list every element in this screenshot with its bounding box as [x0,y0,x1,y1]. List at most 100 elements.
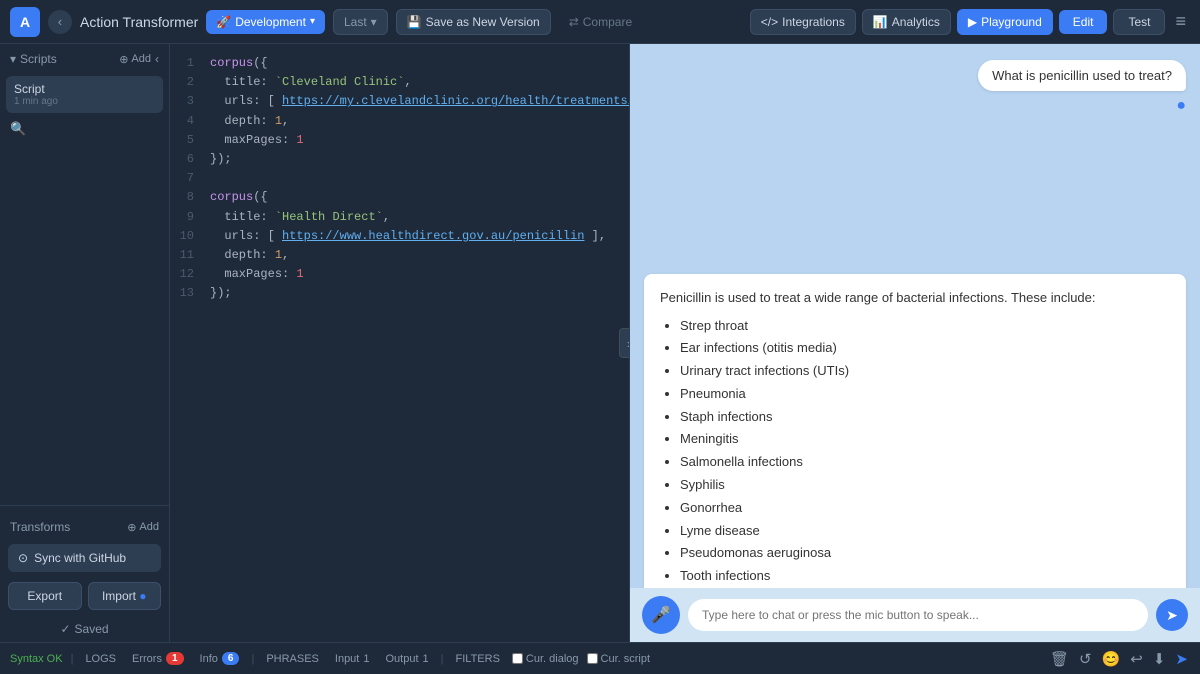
undo-icon[interactable]: ↩ [1128,648,1145,670]
info-button[interactable]: Info 6 [196,650,244,667]
infection-item: Meningitis [680,429,1170,450]
infection-item: Syphilis [680,475,1170,496]
sidebar-script-item[interactable]: Script 1 min ago [6,76,163,113]
chat-input[interactable] [688,599,1148,631]
scripts-actions: ⊕ Add ‹ [119,52,159,66]
chat-panel: What is penicillin used to treat? ● Peni… [630,44,1200,642]
infection-item: Pseudomonas aeruginosa [680,543,1170,564]
analytics-button[interactable]: 📊 Analytics [862,9,951,35]
code-line: 8 corpus({ [170,188,629,207]
compare-button[interactable]: ⇄ Compare [559,10,642,34]
info-badge: 6 [222,652,240,665]
download-icon[interactable]: ⬇ [1151,648,1168,670]
mic-button[interactable]: 🎤 [642,596,680,634]
phrases-button[interactable]: PHRASES [262,651,323,667]
plus-icon: ⊕ [127,521,136,534]
code-editor[interactable]: 1 corpus({ 2 title: `Cleveland Clinic`, … [170,44,629,313]
plus-icon: ⊕ [119,53,128,66]
save-button[interactable]: 💾 Save as New Version [396,9,551,35]
scripts-header: ▾ Scripts ⊕ Add ‹ [0,44,169,74]
bottom-right-icons: 🗑 ↺ 😊 ↩ ⬇ ➤ [1048,648,1190,670]
filters-button[interactable]: FILTERS [452,651,504,667]
chat-messages[interactable]: Penicillin is used to treat a wide range… [630,264,1200,588]
code-line: 13 }); [170,284,629,303]
save-icon: 💾 [407,15,422,29]
transforms-header: Transforms ⊕ Add [0,514,169,540]
infection-item: Ear infections (otitis media) [680,338,1170,359]
emoji-icon[interactable]: 😊 [1100,648,1123,670]
code-line: 6 }); [170,150,629,169]
output-button[interactable]: Output 1 [381,651,432,667]
infection-item: Pneumonia [680,384,1170,405]
syntax-status: Syntax OK [10,653,63,665]
test-button[interactable]: Test [1113,9,1165,35]
play-icon: ▶ [968,15,977,29]
code-line: 1 corpus({ [170,54,629,73]
response-intro: Penicillin is used to treat a wide range… [660,288,1170,308]
dev-button[interactable]: 🚀 Development ▾ [206,10,325,34]
code-line: 9 title: `Health Direct`, [170,208,629,227]
infections-list: Strep throatEar infections (otitis media… [660,316,1170,588]
infection-item: Urinary tract infections (UTIs) [680,361,1170,382]
sync-github-button[interactable]: ⊙ Sync with GitHub [8,544,161,572]
app-logo: A [10,7,40,37]
code-line: 10 urls: [ https://www.healthdirect.gov.… [170,227,629,246]
chevron-down-icon: ▾ [310,16,315,27]
analytics-icon: 📊 [873,15,888,29]
code-line: 2 title: `Cleveland Clinic`, [170,73,629,92]
import-button[interactable]: Import ● [88,582,162,610]
chat-blue-top: What is penicillin used to treat? ● [630,44,1200,264]
export-button[interactable]: Export [8,582,82,610]
collapse-button[interactable]: ‹ [155,52,159,66]
refresh-icon[interactable]: ↺ [1077,648,1094,670]
add-transform-button[interactable]: ⊕ Add [127,521,159,534]
chat-response: Penicillin is used to treat a wide range… [644,274,1186,588]
code-line: 12 maxPages: 1 [170,265,629,284]
compare-icon: ⇄ [569,15,579,29]
playground-button[interactable]: ▶ Playground [957,9,1053,35]
code-line: 3 urls: [ https://my.clevelandclinic.org… [170,92,629,111]
integrations-button[interactable]: </> Integrations [750,9,856,35]
infection-item: Lyme disease [680,521,1170,542]
scripts-collapse[interactable]: ▾ Scripts [10,52,57,66]
cur-dialog-checkbox[interactable]: Cur. dialog [512,653,579,665]
github-icon: ⊙ [18,551,28,565]
edit-button[interactable]: Edit [1059,10,1108,34]
code-line: 11 depth: 1, [170,246,629,265]
panel-collapse-handle[interactable]: › [619,328,630,358]
infection-item: Tooth infections [680,566,1170,587]
errors-badge: 1 [166,652,184,665]
bottom-bar: Syntax OK | LOGS Errors 1 Info 6 | PHRAS… [0,642,1200,674]
send-button[interactable]: ➤ [1156,599,1188,631]
menu-button[interactable]: ≡ [1171,11,1190,32]
user-avatar-icon: ● [1176,97,1186,115]
infection-item: Strep throat [680,316,1170,337]
infection-item: Salmonella infections [680,452,1170,473]
input-button[interactable]: Input 1 [331,651,374,667]
saved-indicator: ✓ Saved [0,616,169,642]
code-panel[interactable]: 1 corpus({ 2 title: `Cleveland Clinic`, … [170,44,630,642]
infection-item: Staph infections [680,407,1170,428]
code-line: 4 depth: 1, [170,112,629,131]
last-button[interactable]: Last ▾ [333,9,388,35]
errors-button[interactable]: Errors 1 [128,650,188,667]
logs-button[interactable]: LOGS [81,651,120,667]
back-button[interactable]: ‹ [48,10,72,34]
trash-icon[interactable]: 🗑 [1048,648,1071,670]
integrations-icon: </> [761,15,778,29]
add-script-button[interactable]: ⊕ Add [119,53,151,66]
dev-icon: 🚀 [216,15,231,29]
page-title: Action Transformer [80,14,198,30]
main-layout: ▾ Scripts ⊕ Add ‹ Script 1 min ago 🔍 Tra… [0,44,1200,642]
chevron-down-icon: ▾ [371,15,377,29]
send-icon[interactable]: ➤ [1173,648,1190,670]
sidebar: ▾ Scripts ⊕ Add ‹ Script 1 min ago 🔍 Tra… [0,44,170,642]
infection-item: Gonorrhea [680,498,1170,519]
topbar-right: </> Integrations 📊 Analytics ▶ Playgroun… [750,9,1190,35]
chevron-down-icon: ▾ [10,52,16,66]
code-line: 7 [170,169,629,188]
search-icon[interactable]: 🔍 [0,115,169,143]
user-message: What is penicillin used to treat? [978,60,1186,91]
chat-input-row: 🎤 ➤ [630,588,1200,642]
cur-script-checkbox[interactable]: Cur. script [587,653,651,665]
